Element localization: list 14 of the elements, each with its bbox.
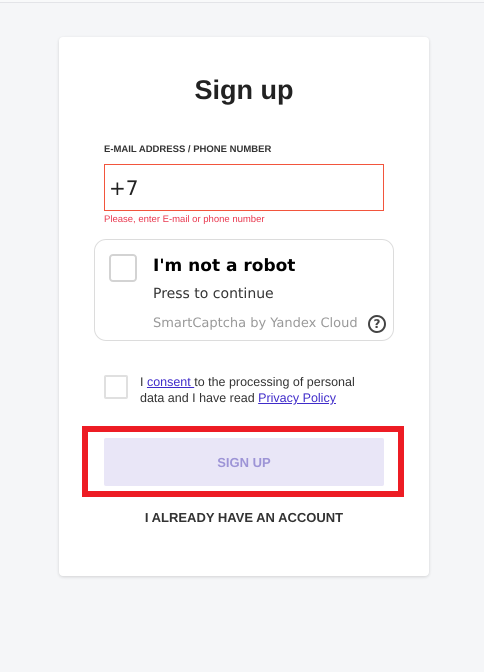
consent-checkbox[interactable]: [104, 375, 128, 399]
page-title: Sign up: [194, 74, 294, 107]
captcha-subtitle: Press to continue: [153, 285, 274, 304]
captcha-provider: SmartCaptcha by Yandex Cloud: [153, 315, 358, 333]
error-message: Please, enter E-mail or phone number: [104, 214, 266, 226]
consent-text: I consent to the processing of personal data and I have read Privacy Policy: [140, 374, 356, 406]
help-button[interactable]: ?: [368, 315, 386, 333]
policy-link[interactable]: consent: [146, 375, 194, 389]
captcha-checkbox[interactable]: [109, 254, 137, 282]
contact-input-field[interactable]: +7: [104, 164, 384, 211]
login-link[interactable]: I ALREADY HAVE AN ACCOUNT: [144, 509, 344, 527]
captcha-title: I'm not a robot: [153, 255, 296, 278]
policy-link[interactable]: Privacy Policy: [258, 391, 336, 405]
field-label: E-MAIL ADDRESS / PHONE NUMBER: [104, 143, 272, 157]
